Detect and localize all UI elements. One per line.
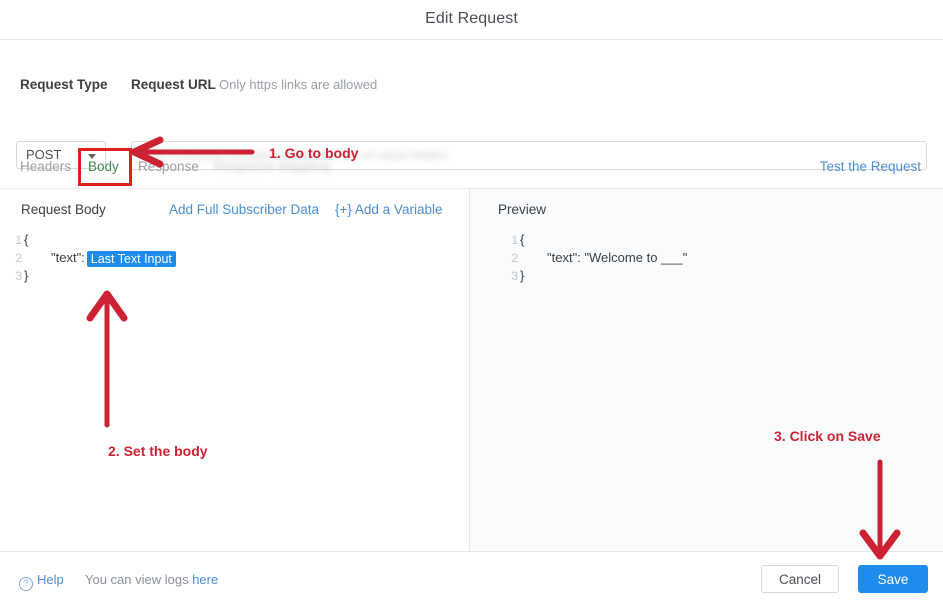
- test-the-request-link[interactable]: Test the Request: [820, 159, 921, 174]
- code-line: 3}: [496, 267, 687, 285]
- preview-editor: 1{ 2 "text": "Welcome to ___" 3}: [496, 231, 687, 285]
- tab-bar: Headers Body Response Response Mapping T…: [0, 148, 943, 189]
- line-number: 2: [511, 251, 518, 265]
- request-form-area: Request Type Request URL Only https link…: [0, 41, 943, 170]
- help-link[interactable]: ? Help: [19, 572, 64, 591]
- variable-token-chip[interactable]: Last Text Input: [86, 251, 176, 267]
- help-label: Help: [37, 572, 64, 587]
- tab-headers[interactable]: Headers: [20, 159, 71, 174]
- line-content: "text": "Welcome to ___": [547, 250, 688, 265]
- line-number: 2: [15, 251, 22, 265]
- code-line: 1{: [0, 231, 176, 249]
- annotation-step-3-label: 3. Click on Save: [774, 428, 881, 444]
- question-circle-icon: ?: [19, 577, 33, 591]
- preview-header: Preview: [498, 202, 547, 217]
- add-a-variable-link[interactable]: {+} Add a Variable: [335, 202, 442, 217]
- request-url-hint: Only https links are allowed: [219, 77, 378, 92]
- dialog-title-bar: Edit Request: [0, 0, 943, 40]
- cancel-button[interactable]: Cancel: [761, 565, 839, 593]
- code-line: 1{: [496, 231, 687, 249]
- tab-response-mapping[interactable]: Response Mapping: [214, 159, 330, 174]
- line-content: }: [520, 268, 525, 283]
- logs-hint-text: You can view logs: [85, 572, 193, 587]
- save-button[interactable]: Save: [858, 565, 928, 593]
- tab-body[interactable]: Body: [88, 159, 119, 174]
- code-line: 2 "text": "Welcome to ___": [496, 249, 687, 267]
- line-content: }: [24, 268, 29, 283]
- logs-hint: You can view logs here: [85, 572, 218, 587]
- add-full-subscriber-data-link[interactable]: Add Full Subscriber Data: [169, 202, 319, 217]
- line-content: "text":: [51, 250, 85, 265]
- line-content: {: [24, 232, 29, 247]
- preview-panel: Preview 1{ 2 "text": "Welcome to ___" 3}: [470, 189, 943, 551]
- tab-response[interactable]: Response: [138, 159, 199, 174]
- annotation-step-1-label: 1. Go to body: [269, 145, 359, 161]
- page-title: Edit Request: [425, 10, 518, 27]
- code-line: 2 "text": Last Text Input: [0, 249, 176, 267]
- request-body-header: Request Body: [21, 202, 106, 217]
- request-body-editor[interactable]: 1{ 2 "text": Last Text Input 3}: [0, 231, 176, 285]
- request-body-panel: Request Body Add Full Subscriber Data {+…: [0, 189, 470, 551]
- line-number: 3: [15, 269, 22, 283]
- annotation-step-2-label: 2. Set the body: [108, 443, 208, 459]
- request-url-label: Request URL: [131, 77, 216, 92]
- line-content: {: [520, 232, 525, 247]
- request-type-label: Request Type: [20, 77, 108, 92]
- line-number: 1: [511, 233, 518, 247]
- logs-here-link[interactable]: here: [192, 572, 218, 587]
- line-number: 1: [15, 233, 22, 247]
- line-number: 3: [511, 269, 518, 283]
- code-line: 3}: [0, 267, 176, 285]
